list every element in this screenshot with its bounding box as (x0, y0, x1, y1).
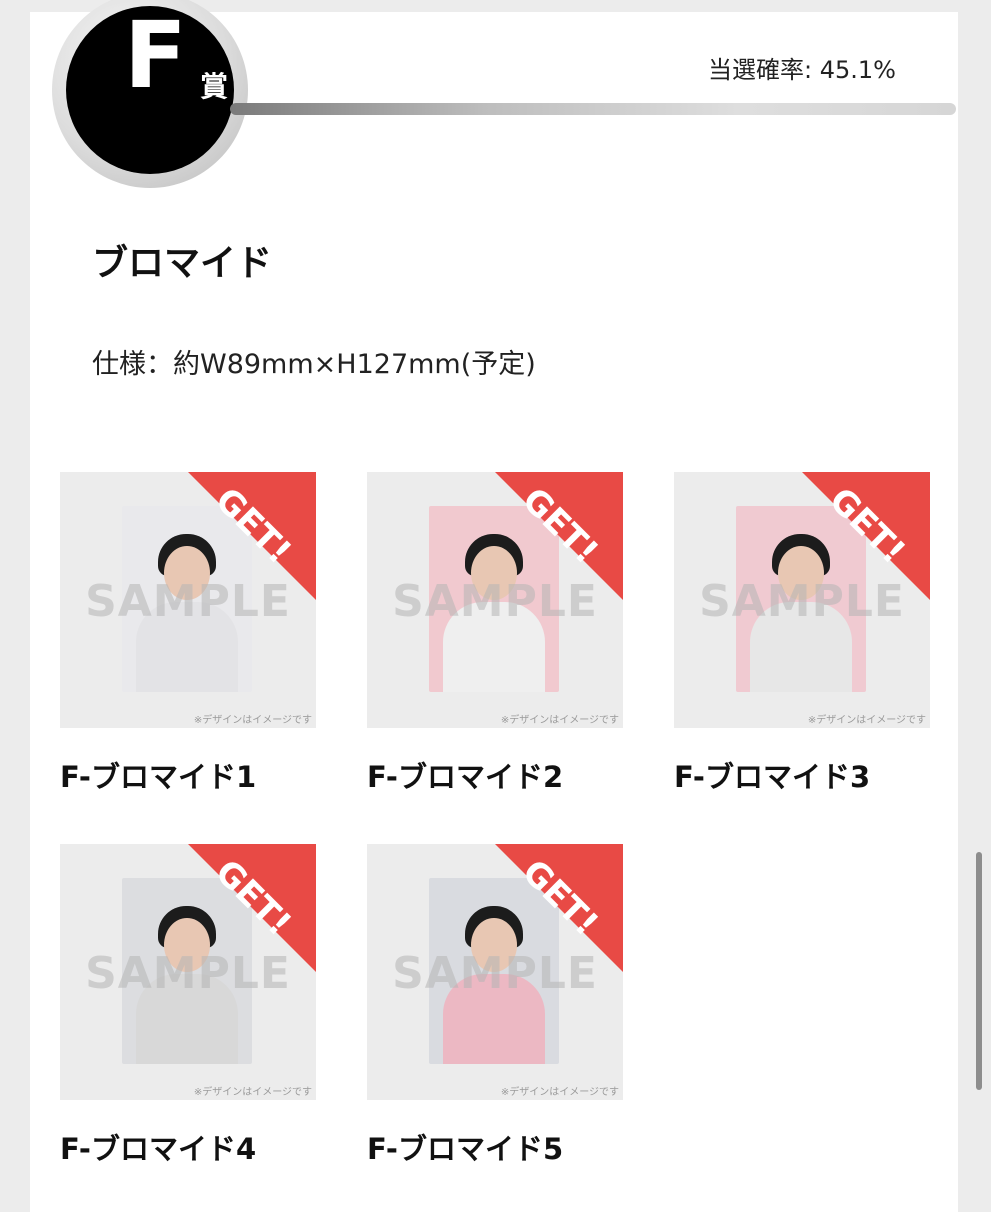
product-label[interactable]: F-ブロマイド4 (60, 1126, 316, 1168)
product-item[interactable]: SAMPLE GET! ※デザインはイメージです F-ブロマイド3 (674, 472, 930, 796)
image-note: ※デザインはイメージです (193, 1087, 312, 1098)
image-note: ※デザインはイメージです (807, 715, 926, 726)
image-note: ※デザインはイメージです (500, 715, 619, 726)
prize-divider-bar (230, 103, 956, 115)
product-item[interactable]: SAMPLE GET! ※デザインはイメージです F-ブロマイド1 (60, 472, 316, 796)
product-label[interactable]: F-ブロマイド3 (674, 754, 930, 796)
section-spec: 仕様：約W89mm×H127mm(予定) (92, 349, 536, 380)
image-note: ※デザインはイメージです (193, 715, 312, 726)
product-thumbnail[interactable]: SAMPLE GET! ※デザインはイメージです (367, 844, 623, 1100)
product-label[interactable]: F-ブロマイド1 (60, 754, 316, 796)
prize-card: F 賞 当選確率: 45.1% ブロマイド 仕様：約W89mm×H127mm(予… (30, 0, 958, 1212)
product-thumbnail[interactable]: SAMPLE GET! ※デザインはイメージです (60, 472, 316, 728)
scrollbar[interactable] (976, 852, 982, 1090)
prize-suffix: 賞 (200, 70, 229, 103)
product-item[interactable]: SAMPLE GET! ※デザインはイメージです F-ブロマイド2 (367, 472, 623, 796)
product-item[interactable]: SAMPLE GET! ※デザインはイメージです F-ブロマイド4 (60, 844, 316, 1168)
prize-letter: F (124, 2, 187, 109)
product-thumbnail[interactable]: SAMPLE GET! ※デザインはイメージです (60, 844, 316, 1100)
section-title: ブロマイド (92, 243, 273, 284)
product-thumbnail[interactable]: SAMPLE GET! ※デザインはイメージです (367, 472, 623, 728)
product-item[interactable]: SAMPLE GET! ※デザインはイメージです F-ブロマイド5 (367, 844, 623, 1168)
product-label[interactable]: F-ブロマイド5 (367, 1126, 623, 1168)
product-label[interactable]: F-ブロマイド2 (367, 754, 623, 796)
image-note: ※デザインはイメージです (500, 1087, 619, 1098)
product-thumbnail[interactable]: SAMPLE GET! ※デザインはイメージです (674, 472, 930, 728)
prize-badge: F 賞 (66, 6, 234, 174)
win-rate: 当選確率: 45.1% (708, 56, 896, 84)
